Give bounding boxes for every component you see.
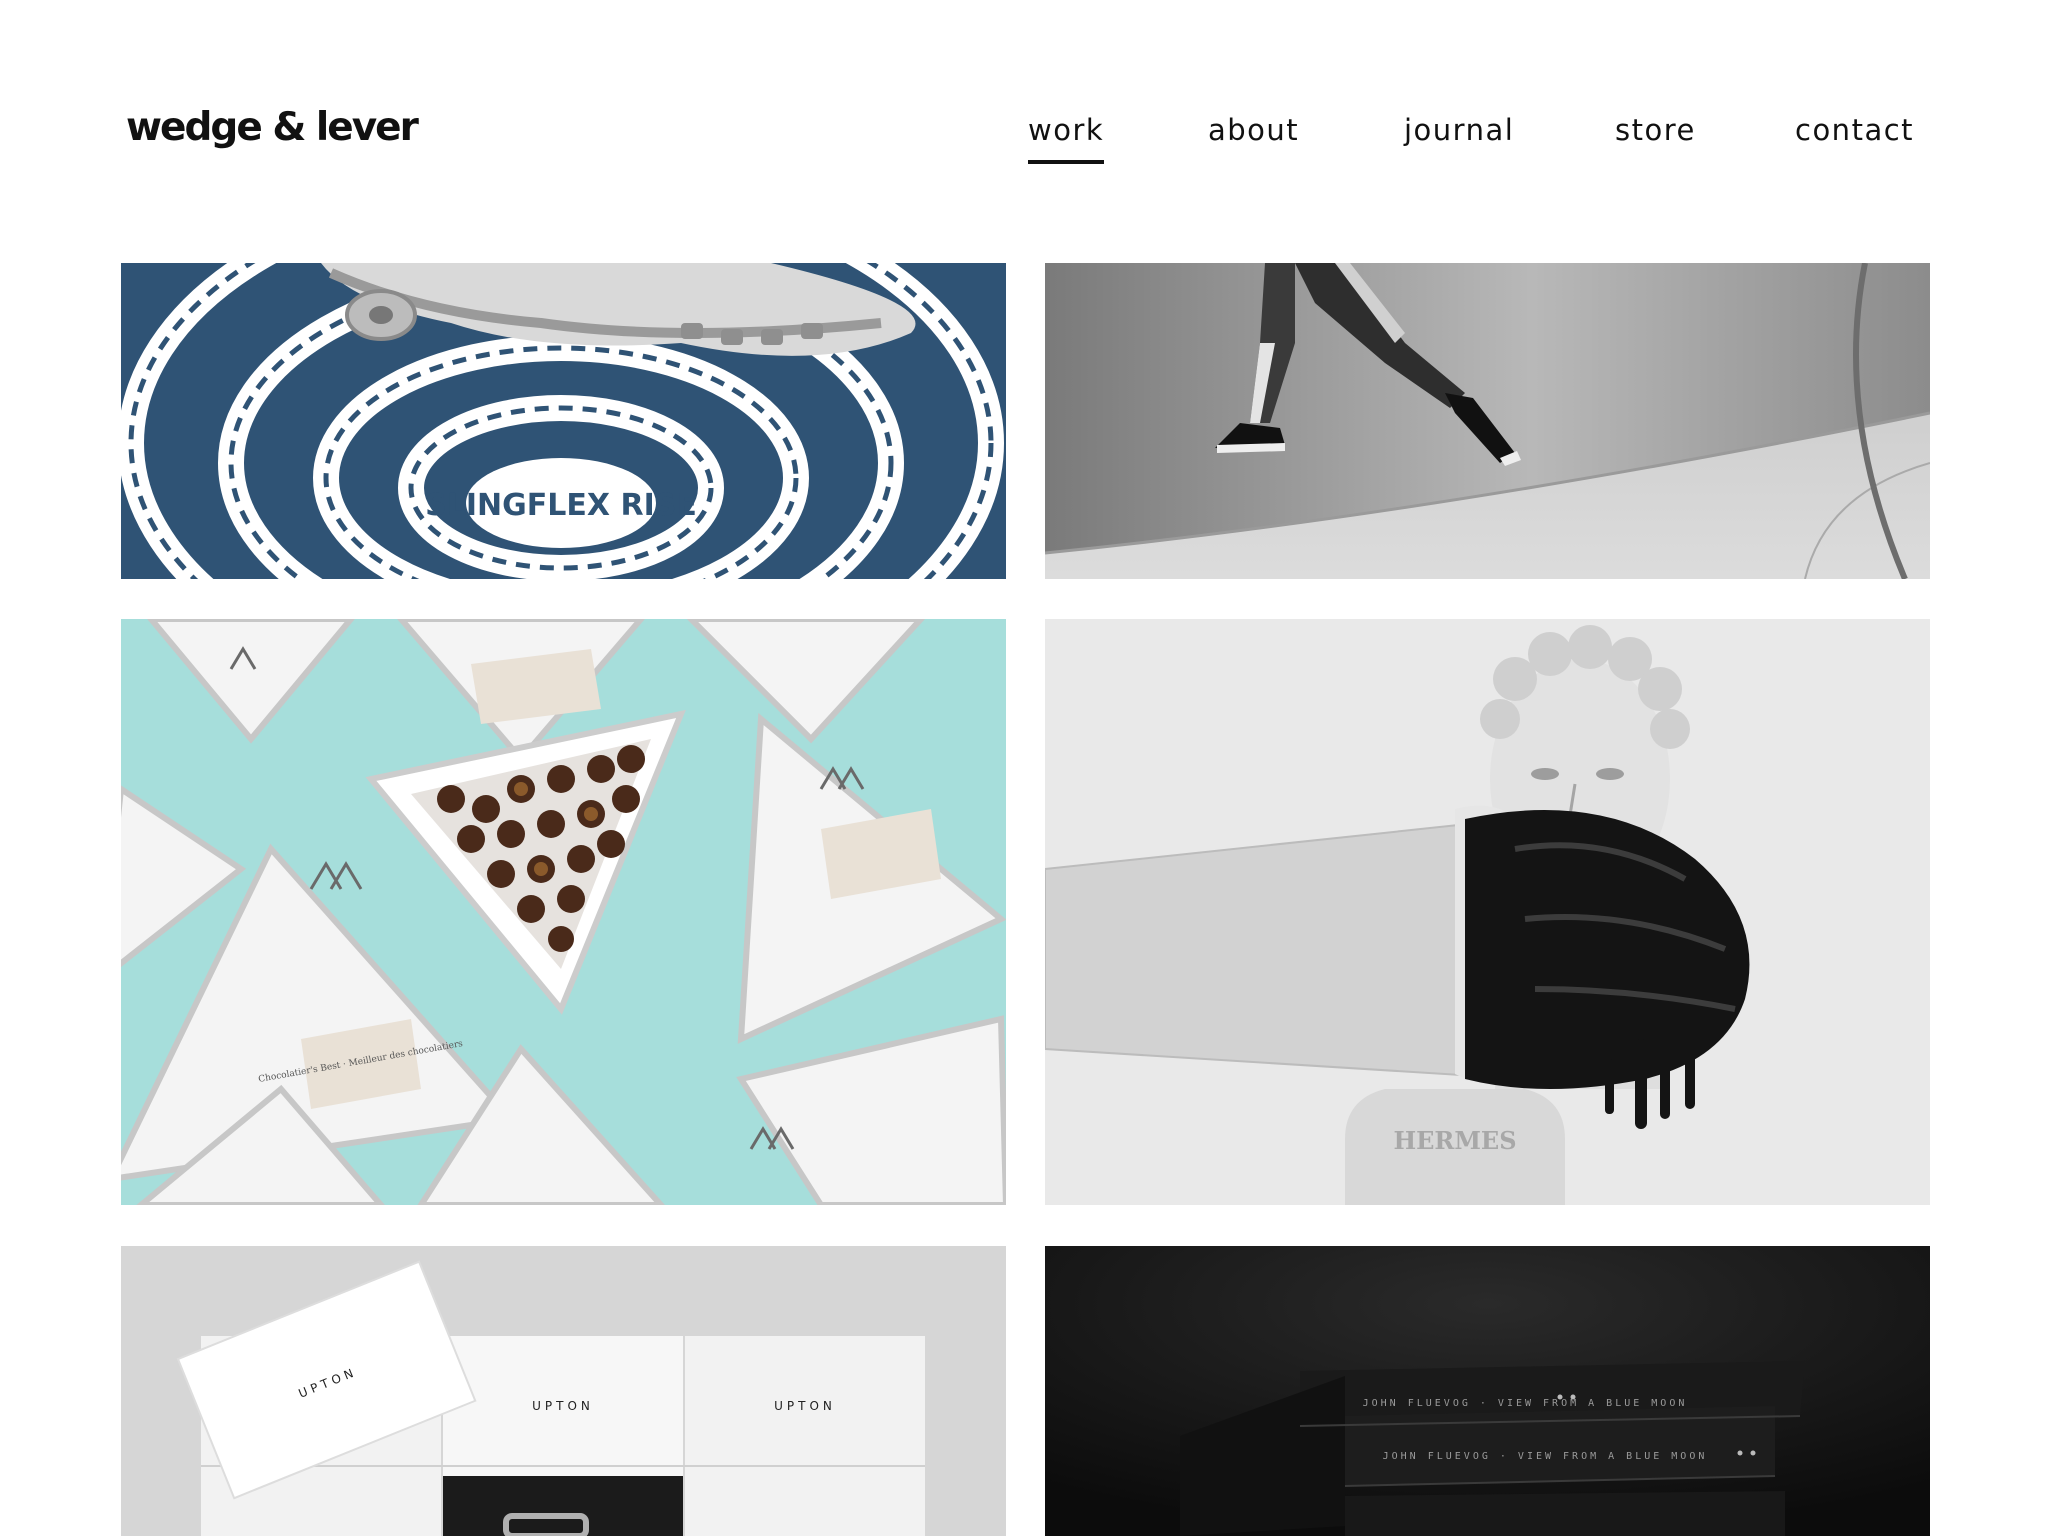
project-image-books: JOHN FLUEVOG · VIEW FROM A BLUE MOON JOH… [1045, 1246, 1930, 1536]
project-image-runner [1045, 263, 1930, 579]
upton-label-3: UPTON [774, 1399, 836, 1413]
book-spine-text-1: JOHN FLUEVOG · VIEW FROM A BLUE MOON [1363, 1398, 1688, 1409]
project-tile-books[interactable]: JOHN FLUEVOG · VIEW FROM A BLUE MOON JOH… [1045, 1246, 1930, 1536]
nav-contact[interactable]: contact [1795, 108, 1914, 152]
project-tile-slingflex[interactable]: SLINGFLEX RISE [121, 263, 1006, 579]
nav-store[interactable]: store [1615, 108, 1696, 152]
nav-journal[interactable]: journal [1404, 108, 1514, 152]
upton-label-2: UPTON [532, 1399, 594, 1413]
project-tile-chocolates[interactable]: Chocolatier's Best · Meilleur des chocol… [121, 619, 1006, 1205]
bust-inscription: HERMES [1393, 1126, 1516, 1155]
project-image-chocolates: Chocolatier's Best · Meilleur des chocol… [121, 619, 1006, 1205]
nav-work[interactable]: work [1028, 108, 1105, 164]
project-image-slingflex: SLINGFLEX RISE [121, 263, 1006, 579]
slingflex-text: SLINGFLEX RISE [425, 488, 697, 523]
brand-logo[interactable]: wedge & lever [126, 98, 419, 158]
project-image-hermes: HERMES [1045, 619, 1930, 1205]
project-tile-hermes[interactable]: HERMES [1045, 619, 1930, 1205]
main-nav: work about journal store contact [1028, 108, 1928, 168]
nav-about[interactable]: about [1208, 108, 1299, 152]
book-spine-text-2: JOHN FLUEVOG · VIEW FROM A BLUE MOON [1383, 1451, 1708, 1462]
site-header: wedge & lever work about journal store c… [0, 0, 2048, 250]
project-tile-upton[interactable]: UPTON UPTON UPTON [121, 1246, 1006, 1536]
project-tile-runner[interactable] [1045, 263, 1930, 579]
project-image-upton: UPTON UPTON UPTON [121, 1246, 1006, 1536]
